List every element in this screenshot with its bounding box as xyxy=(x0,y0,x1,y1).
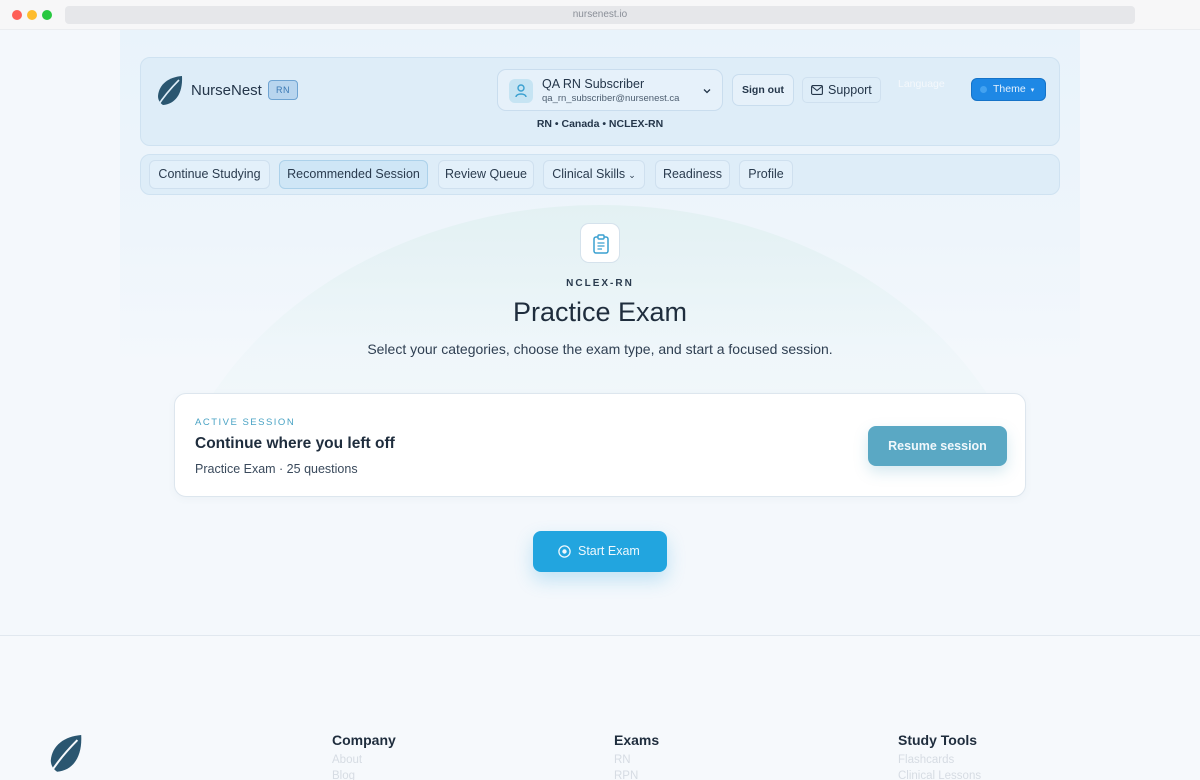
window-minimize-dot[interactable] xyxy=(27,10,37,20)
session-meta: Practice Exam · 25 questions xyxy=(195,462,358,476)
avatar xyxy=(509,79,533,103)
footer-link-rpn[interactable]: RPN xyxy=(614,768,659,780)
support-label: Support xyxy=(828,83,872,97)
nav-recommended-session[interactable]: Recommended Session xyxy=(279,160,428,189)
footer-link-rn[interactable]: RN xyxy=(614,752,659,768)
support-button[interactable]: Support xyxy=(802,77,881,103)
language-selector[interactable]: Language xyxy=(898,78,945,90)
nav-readiness[interactable]: Readiness xyxy=(655,160,730,189)
footer-column-study-tools: Study Tools Flashcards Clinical Lessons xyxy=(898,732,981,780)
start-exam-button[interactable]: Start Exam xyxy=(533,531,667,572)
brand-name[interactable]: NurseNest xyxy=(191,82,262,99)
clipboard-icon xyxy=(593,234,609,254)
window-close-dot[interactable] xyxy=(12,10,22,20)
nav-profile[interactable]: Profile xyxy=(739,160,793,189)
resume-session-button[interactable]: Resume session xyxy=(868,426,1007,466)
user-icon xyxy=(515,84,527,98)
chevron-down-icon xyxy=(703,89,711,94)
leaf-logo-icon[interactable] xyxy=(47,732,85,776)
mail-icon xyxy=(811,85,823,95)
page-subtitle: Select your categories, choose the exam … xyxy=(367,341,833,357)
exam-icon-tile xyxy=(580,223,620,263)
sign-out-button[interactable]: Sign out xyxy=(732,74,794,106)
active-session-card: ACTIVE SESSION Continue where you left o… xyxy=(174,393,1026,497)
footer-link-blog[interactable]: Blog xyxy=(332,768,396,780)
chevron-down-icon: ⌄ xyxy=(628,170,636,180)
session-eyebrow: ACTIVE SESSION xyxy=(195,417,296,428)
footer-column-company: Company About Blog xyxy=(332,732,396,780)
nav-continue-studying[interactable]: Continue Studying xyxy=(149,160,270,189)
main-nav: Continue Studying Recommended Session Re… xyxy=(140,154,1060,195)
nav-clinical-skills-label: Clinical Skills xyxy=(552,167,626,181)
footer-heading: Study Tools xyxy=(898,732,978,748)
address-bar[interactable]: nursenest.io xyxy=(65,6,1135,24)
exam-eyebrow: NCLEX-RN xyxy=(566,278,634,289)
theme-label: Theme xyxy=(993,83,1026,95)
nav-clinical-skills[interactable]: Clinical Skills ⌄ xyxy=(543,160,645,189)
window-maximize-dot[interactable] xyxy=(42,10,52,20)
footer-heading: Company xyxy=(332,732,396,748)
user-email: qa_rn_subscriber@nursenest.ca xyxy=(542,93,680,104)
footer-column-exams: Exams RN RPN xyxy=(614,732,659,780)
leaf-logo-icon[interactable] xyxy=(155,74,185,108)
profile-context-line: RN • Canada • NCLEX-RN xyxy=(536,118,664,130)
theme-button[interactable]: Theme ▾ xyxy=(971,78,1046,101)
footer-heading: Exams xyxy=(614,732,660,748)
page-title: Practice Exam xyxy=(512,297,688,327)
footer-link-about[interactable]: About xyxy=(332,752,396,768)
caret-down-icon: ▾ xyxy=(1030,87,1035,94)
account-menu-button[interactable]: QA RN Subscriber qa_rn_subscriber@nursen… xyxy=(497,69,723,111)
session-title: Continue where you left off xyxy=(195,435,395,452)
browser-chrome: nursenest.io xyxy=(0,0,1200,30)
nav-review-queue[interactable]: Review Queue xyxy=(438,160,534,189)
site-header: NurseNest RN QA RN Subscriber qa_rn_subs… xyxy=(140,57,1060,146)
site-footer: Company About Blog Exams RN RPN Study To… xyxy=(0,635,1200,780)
footer-link-clinical-lessons[interactable]: Clinical Lessons xyxy=(898,768,981,780)
role-badge: RN xyxy=(268,80,298,100)
footer-link-flashcards[interactable]: Flashcards xyxy=(898,752,981,768)
theme-dot-icon xyxy=(980,86,987,93)
start-exam-label: Start Exam xyxy=(578,544,640,558)
user-name: QA RN Subscriber xyxy=(542,77,645,91)
play-circle-icon xyxy=(558,545,571,558)
